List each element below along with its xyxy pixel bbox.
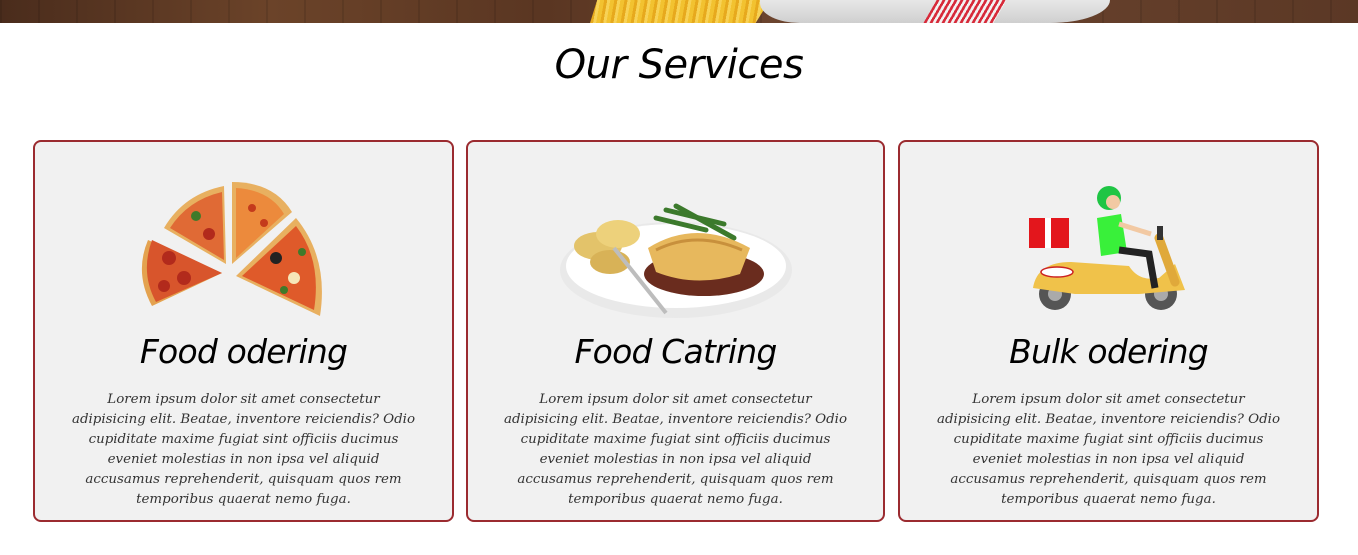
service-card-bulk-ordering[interactable]: Bulk odering Lorem ipsum dolor sit amet …	[898, 140, 1319, 522]
hero-banner-image	[0, 0, 1358, 23]
pasta-decoration	[590, 0, 770, 23]
services-grid: Food odering Lorem ipsum dolor sit amet …	[33, 140, 1320, 522]
service-title: Food Catring	[574, 332, 778, 371]
napkin-stripe-decoration	[923, 0, 1007, 23]
section-title: Our Services	[554, 42, 804, 88]
service-title: Food odering	[139, 332, 348, 371]
service-description: Lorem ipsum dolor sit amet consectetur a…	[936, 392, 1281, 507]
service-description: Lorem ipsum dolor sit amet consectetur a…	[503, 392, 848, 507]
pizza-slices-icon	[141, 182, 322, 316]
service-card-food-ordering[interactable]: Food odering Lorem ipsum dolor sit amet …	[33, 140, 454, 522]
service-card-food-catering[interactable]: Food Catring Lorem ipsum dolor sit amet …	[466, 140, 885, 522]
service-description: Lorem ipsum dolor sit amet consectetur a…	[71, 392, 416, 507]
delivery-scooter-icon	[1028, 186, 1185, 310]
plated-meal-icon	[559, 203, 792, 318]
service-title: Bulk odering	[1009, 332, 1209, 371]
